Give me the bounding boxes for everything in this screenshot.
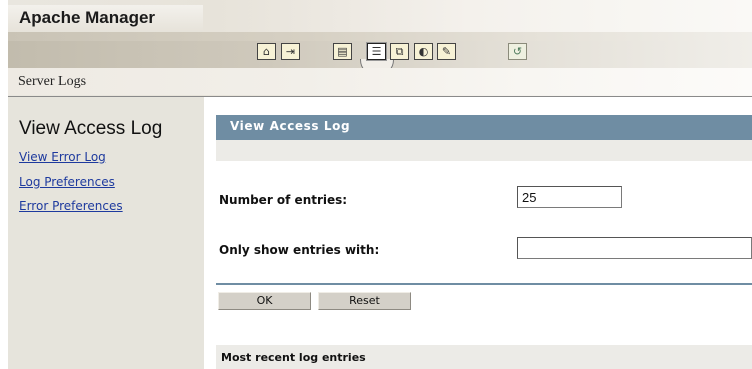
app-title: Apache Manager xyxy=(19,8,156,27)
apache-manager-window: Apache Manager ⌂ ⇥ ▤ ☰ ⧉ ◐ ✎ ↺ Server Lo… xyxy=(0,0,752,369)
recent-entries-header: Most recent log entries xyxy=(216,345,752,369)
help-icon[interactable]: ↺ xyxy=(508,43,527,60)
sidebar-link-view-error-log[interactable]: View Error Log xyxy=(19,150,106,164)
entries-input[interactable] xyxy=(517,186,622,208)
header-stripe xyxy=(8,32,752,41)
sidebar-title: View Access Log xyxy=(19,118,163,139)
logs-icon[interactable]: ☰ xyxy=(367,43,386,60)
tasks-icon[interactable]: ✎ xyxy=(437,43,456,60)
exit-icon[interactable]: ⇥ xyxy=(281,43,300,60)
ok-button[interactable]: OK xyxy=(218,292,311,310)
virtual-hosts-icon[interactable]: ⧉ xyxy=(390,43,409,60)
reset-button[interactable]: Reset xyxy=(318,292,411,310)
sidebar-link-log-preferences[interactable]: Log Preferences xyxy=(19,175,115,189)
recent-entries-label: Most recent log entries xyxy=(221,351,366,364)
home-icon[interactable]: ⌂ xyxy=(257,43,276,60)
section-title: View Access Log xyxy=(230,119,351,133)
sidebar-link-error-preferences[interactable]: Error Preferences xyxy=(19,199,123,213)
section-header: View Access Log xyxy=(216,115,752,140)
section-subbar xyxy=(216,140,752,161)
content-icon[interactable]: ◐ xyxy=(414,43,433,60)
modules-icon[interactable]: ▤ xyxy=(333,43,352,60)
breadcrumb-band xyxy=(8,68,752,95)
filter-label: Only show entries with: xyxy=(219,243,380,257)
divider xyxy=(216,283,752,285)
left-border xyxy=(0,0,8,369)
filter-input[interactable] xyxy=(517,237,752,259)
breadcrumb: Server Logs xyxy=(18,74,87,89)
entries-label: Number of entries: xyxy=(219,193,348,207)
